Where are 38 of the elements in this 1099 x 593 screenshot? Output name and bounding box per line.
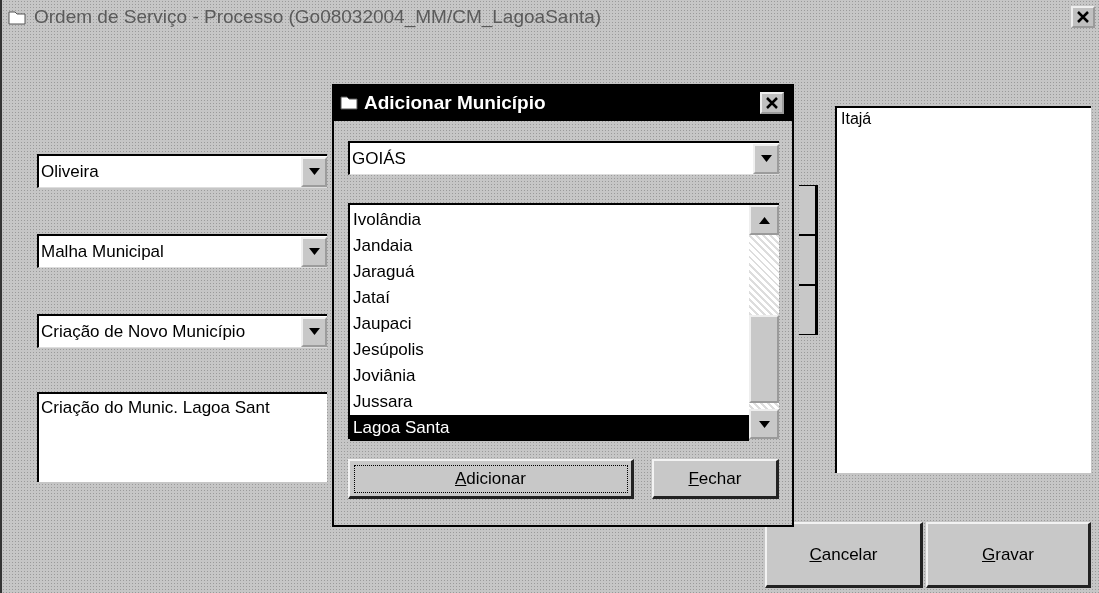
scroll-up-button[interactable]: [749, 205, 779, 235]
dialog-title: Adicionar Município: [364, 91, 546, 114]
cancel-button[interactable]: Cancelar: [765, 522, 923, 588]
caret-icon: [758, 420, 770, 428]
municipality-listbox[interactable]: Ivolândia Jandaia Jaraguá Jataí Jaupaci Jesúpolis Joviânia Jussara Lagoa Santa: [348, 203, 779, 439]
list-item[interactable]: Itajá: [841, 110, 1087, 128]
scroll-down-button[interactable]: [749, 409, 779, 439]
button-edge[interactable]: [799, 185, 818, 235]
dropdown-field[interactable]: Malha Municipal: [37, 234, 327, 268]
add-button[interactable]: Adicionar: [348, 459, 634, 499]
dropdown-button[interactable]: [753, 143, 779, 174]
scroll-up-icon: [758, 216, 770, 224]
dropdown-button[interactable]: [301, 236, 327, 267]
dropdown-field[interactable]: Oliveira: [37, 154, 327, 188]
municipality-list[interactable]: Itajá: [835, 106, 1091, 473]
folder-icon: [340, 95, 358, 110]
close-button[interactable]: [1071, 6, 1095, 28]
scroll-thumb[interactable]: [749, 315, 779, 403]
save-button[interactable]: Gravar: [926, 522, 1091, 588]
caret-icon: [760, 155, 772, 162]
close-dialog-button[interactable]: Fechar: [651, 459, 779, 499]
state-dropdown[interactable]: GOIÁS: [348, 141, 779, 175]
close-icon: [766, 96, 778, 109]
folder-icon: [8, 9, 26, 25]
button-edge[interactable]: [799, 235, 818, 285]
caret-icon: [308, 248, 320, 255]
dropdown-field[interactable]: Criação de Novo Município: [37, 314, 327, 348]
close-icon: [1077, 11, 1089, 23]
description-field[interactable]: Criação do Munic. Lagoa Sant: [37, 392, 327, 482]
dropdown-button[interactable]: [301, 316, 327, 347]
button-edge[interactable]: [799, 285, 818, 335]
list-item[interactable]: Lagoa Santa: [350, 415, 749, 441]
scrollbar[interactable]: [749, 205, 779, 439]
window-title: Ordem de Serviço - Processo (Go08032004_MM/CM_LagoaSanta): [34, 6, 602, 28]
caret-icon: [308, 168, 320, 175]
close-button[interactable]: [760, 91, 784, 114]
dropdown-button[interactable]: [301, 156, 327, 187]
caret-icon: [308, 328, 320, 335]
